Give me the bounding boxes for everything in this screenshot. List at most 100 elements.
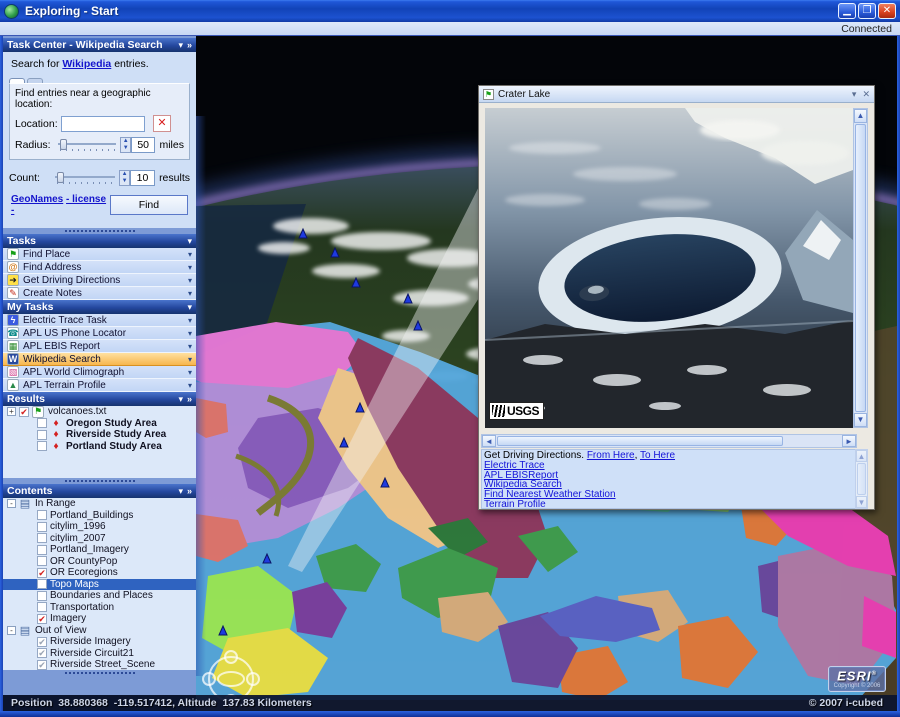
layer-checkbox[interactable] — [37, 418, 47, 429]
tab[interactable] — [9, 78, 25, 83]
contents-row[interactable]: Riverside Imagery — [3, 636, 196, 648]
dropdown-icon[interactable]: ▾ — [187, 302, 192, 313]
expand-icon[interactable]: » — [187, 486, 192, 496]
contents-row[interactable]: - In Range — [3, 498, 196, 510]
layer-checkbox[interactable] — [37, 556, 47, 567]
task-item[interactable]: Find Address — [3, 261, 196, 274]
tab[interactable] — [27, 78, 43, 83]
driving-directions-icon — [7, 274, 19, 286]
scroll-left-icon[interactable]: ◄ — [482, 435, 496, 447]
layer-checkbox[interactable] — [37, 613, 47, 624]
layer-checkbox[interactable] — [37, 648, 47, 659]
scroll-thumb[interactable] — [855, 124, 866, 412]
contents-row[interactable]: Portland_Buildings — [3, 510, 196, 522]
my-task-item[interactable]: APL EBIS Report — [3, 340, 196, 353]
tree-expander[interactable]: + — [7, 407, 16, 417]
dropdown-icon[interactable]: ▾ — [178, 40, 183, 51]
popup-title-bar[interactable]: ⚑ Crater Lake ▾ ✕ — [479, 86, 874, 103]
layer-checkbox[interactable] — [37, 544, 47, 555]
panel-splitter[interactable] — [3, 670, 196, 676]
layer-checkbox[interactable] — [19, 406, 29, 417]
results-row[interactable]: Oregon Study Area — [3, 418, 196, 430]
contents-row[interactable]: - Out of View — [3, 625, 196, 637]
layer-checkbox[interactable] — [37, 636, 47, 647]
my-task-item[interactable]: APL US Phone Locator — [3, 327, 196, 340]
dropdown-icon[interactable]: ▾ — [178, 394, 183, 405]
geonames-link[interactable]: GeoNames — [11, 194, 63, 205]
layer-checkbox[interactable] — [37, 429, 47, 440]
find-button[interactable]: Find — [109, 195, 188, 215]
dropdown-icon[interactable]: ▾ — [178, 486, 183, 497]
radius-spinner[interactable]: ▲ ▼ — [120, 137, 131, 153]
location-input[interactable] — [61, 115, 145, 132]
popup-dropdown-icon[interactable]: ▾ — [852, 89, 857, 100]
tree-expander[interactable]: - — [7, 499, 16, 509]
popup-close-icon[interactable]: ✕ — [862, 89, 870, 100]
layer-checkbox[interactable] — [37, 510, 47, 521]
layer-checkbox[interactable] — [37, 602, 47, 613]
task-item[interactable]: Get Driving Directions — [3, 274, 196, 287]
scroll-thumb[interactable] — [497, 436, 783, 446]
task-item[interactable]: Find Place — [3, 248, 196, 261]
clear-location-button[interactable]: ✕ — [153, 115, 171, 132]
title-bar[interactable]: Exploring - Start ▁ ❐ ✕ — [0, 0, 900, 22]
links-vertical-scrollbar[interactable]: ▲ ▼ — [855, 449, 868, 509]
contents-row[interactable]: Topo Maps — [3, 578, 196, 590]
contents-row[interactable]: OR Ecoregions — [3, 567, 196, 579]
task-center-header[interactable]: Task Center - Wikipedia Search ▾ » — [3, 38, 196, 52]
minimize-button[interactable]: ▁ — [838, 3, 856, 19]
layer-checkbox[interactable] — [37, 659, 47, 670]
photo-vertical-scrollbar[interactable]: ▲ ▼ — [853, 108, 868, 428]
popup-task-link[interactable]: Terrain Profile — [484, 499, 546, 508]
task-item[interactable]: Create Notes — [3, 287, 196, 300]
results-row[interactable]: + volcanoes.txt — [3, 405, 196, 418]
layer-checkbox[interactable] — [37, 521, 47, 532]
contents-row[interactable]: citylim_1996 — [3, 521, 196, 533]
contents-row[interactable]: Imagery — [3, 613, 196, 625]
scroll-down-icon[interactable]: ▼ — [854, 413, 867, 427]
from-here-link[interactable]: From Here — [587, 450, 635, 461]
layer-checkbox[interactable] — [37, 533, 47, 544]
radius-slider[interactable] — [58, 138, 117, 152]
to-here-link[interactable]: To Here — [640, 450, 675, 461]
maximize-button[interactable]: ❐ — [858, 3, 876, 19]
results-row[interactable]: Riverside Study Area — [3, 429, 196, 441]
contents-header[interactable]: Contents ▾ » — [3, 484, 196, 498]
expand-icon[interactable]: » — [187, 394, 192, 404]
count-value[interactable]: 10 — [129, 170, 156, 186]
my-task-item[interactable]: Wikipedia Search — [3, 353, 196, 366]
wikipedia-link[interactable]: Wikipedia — [62, 58, 111, 70]
my-tasks-header[interactable]: My Tasks ▾ — [3, 300, 196, 314]
create-notes-icon — [7, 287, 19, 299]
layer-checkbox[interactable] — [37, 579, 47, 590]
contents-row[interactable]: OR CountyPop — [3, 556, 196, 568]
results-row[interactable]: Portland Study Area — [3, 441, 196, 453]
tasks-header[interactable]: Tasks ▾ — [3, 234, 196, 248]
close-button[interactable]: ✕ — [878, 3, 896, 19]
contents-row[interactable]: Riverside Circuit21 — [3, 648, 196, 660]
my-task-item[interactable]: APL World Climograph — [3, 366, 196, 379]
crater-lake-popup[interactable]: ⚑ Crater Lake ▾ ✕ USGS ▲ ▼ ◄ ► Get Drivi… — [478, 85, 875, 510]
photo-horizontal-scrollbar[interactable]: ◄ ► — [481, 434, 857, 448]
results-header[interactable]: Results ▾ » — [3, 392, 196, 406]
contents-row[interactable]: Riverside Street_Scene — [3, 659, 196, 671]
contents-row[interactable]: Transportation — [3, 602, 196, 614]
contents-row[interactable]: citylim_2007 — [3, 533, 196, 545]
expand-icon[interactable]: » — [187, 40, 192, 50]
contents-row[interactable]: Boundaries and Places — [3, 590, 196, 602]
scroll-right-icon[interactable]: ► — [842, 435, 856, 447]
scroll-up-icon[interactable]: ▲ — [854, 109, 867, 123]
tree-expander[interactable]: - — [7, 625, 16, 635]
count-slider[interactable] — [55, 171, 116, 185]
scroll-up-icon[interactable]: ▲ — [856, 450, 867, 462]
layer-checkbox[interactable] — [37, 590, 47, 601]
layer-checkbox[interactable] — [37, 441, 47, 452]
layer-checkbox[interactable] — [37, 567, 47, 578]
radius-value[interactable]: 50 — [130, 137, 156, 153]
my-task-item[interactable]: Electric Trace Task — [3, 314, 196, 327]
contents-row[interactable]: Portland_Imagery — [3, 544, 196, 556]
scroll-down-icon[interactable]: ▼ — [856, 496, 867, 508]
count-spinner[interactable]: ▲ ▼ — [119, 170, 130, 186]
dropdown-icon[interactable]: ▾ — [187, 236, 192, 247]
my-task-item[interactable]: APL Terrain Profile — [3, 379, 196, 392]
